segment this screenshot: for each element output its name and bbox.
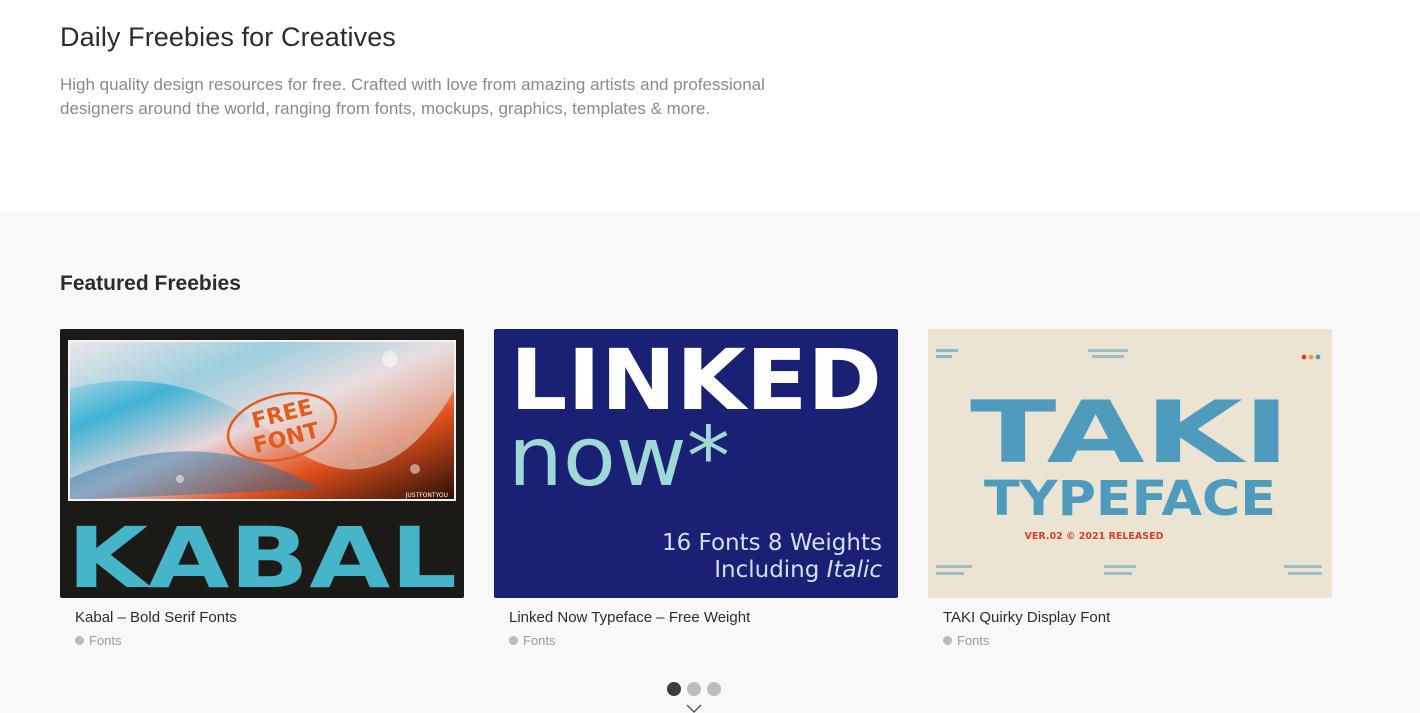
card-category[interactable]: Fonts — [509, 633, 556, 648]
linked-line2: now* — [508, 410, 730, 505]
carousel-pager — [667, 682, 721, 696]
card-category[interactable]: Fonts — [943, 633, 990, 648]
linked-sub1: 16 Fonts 8 Weights — [662, 530, 882, 556]
card-category-label: Fonts — [957, 633, 990, 648]
taki-line2: TYPEFACE — [984, 471, 1276, 527]
featured-section: Featured Freebies FREE FONT JUSTFONTYOU … — [0, 211, 1420, 713]
taki-line1: TAKI — [970, 383, 1290, 483]
page-title: Daily Freebies for Creatives — [60, 22, 396, 52]
dot-icon — [943, 636, 952, 645]
pager-dot-2[interactable] — [687, 682, 701, 696]
page-description: High quality design resources for free. … — [60, 75, 765, 118]
pager-dot-1[interactable] — [667, 682, 681, 696]
taki-artwork: TAKI TYPEFACE VER.02 © 2021 RELEASED — [928, 329, 1332, 598]
chevron-down-icon[interactable] — [686, 704, 702, 713]
card-category-label: Fonts — [523, 633, 556, 648]
card-title[interactable]: TAKI Quirky Display Font — [943, 609, 1110, 626]
freebie-card-linked-now[interactable]: LINKED now* 16 Fonts 8 Weights Including… — [494, 329, 898, 648]
kabal-headline: KABAL — [67, 509, 457, 598]
linked-sub2: Including Italic — [714, 557, 882, 583]
freebie-card-kabal[interactable]: FREE FONT JUSTFONTYOU KABAL Kabal – Bold… — [60, 329, 464, 648]
card-category[interactable]: Fonts — [75, 633, 122, 648]
kabal-artwork: FREE FONT JUSTFONTYOU KABAL — [60, 329, 464, 598]
card-title[interactable]: Linked Now Typeface – Free Weight — [509, 609, 750, 626]
pager-dot-3[interactable] — [707, 682, 721, 696]
kabal-credit: JUSTFONTYOU — [405, 492, 448, 499]
card-category-label: Fonts — [89, 633, 122, 648]
dot-icon — [75, 636, 84, 645]
card-thumbnail[interactable]: TAKI TYPEFACE VER.02 © 2021 RELEASED — [928, 329, 1332, 598]
card-thumbnail[interactable]: FREE FONT JUSTFONTYOU KABAL — [60, 329, 464, 598]
dot-icon — [509, 636, 518, 645]
card-title[interactable]: Kabal – Bold Serif Fonts — [75, 609, 237, 626]
featured-heading: Featured Freebies — [60, 272, 241, 295]
hero-section: Daily Freebies for Creatives High qualit… — [0, 0, 1420, 211]
taki-version: VER.02 © 2021 RELEASED — [1025, 531, 1164, 542]
linked-now-artwork: LINKED now* 16 Fonts 8 Weights Including… — [494, 329, 898, 598]
card-thumbnail[interactable]: LINKED now* 16 Fonts 8 Weights Including… — [494, 329, 898, 598]
freebie-card-taki[interactable]: TAKI TYPEFACE VER.02 © 2021 RELEASED TAK… — [928, 329, 1332, 648]
